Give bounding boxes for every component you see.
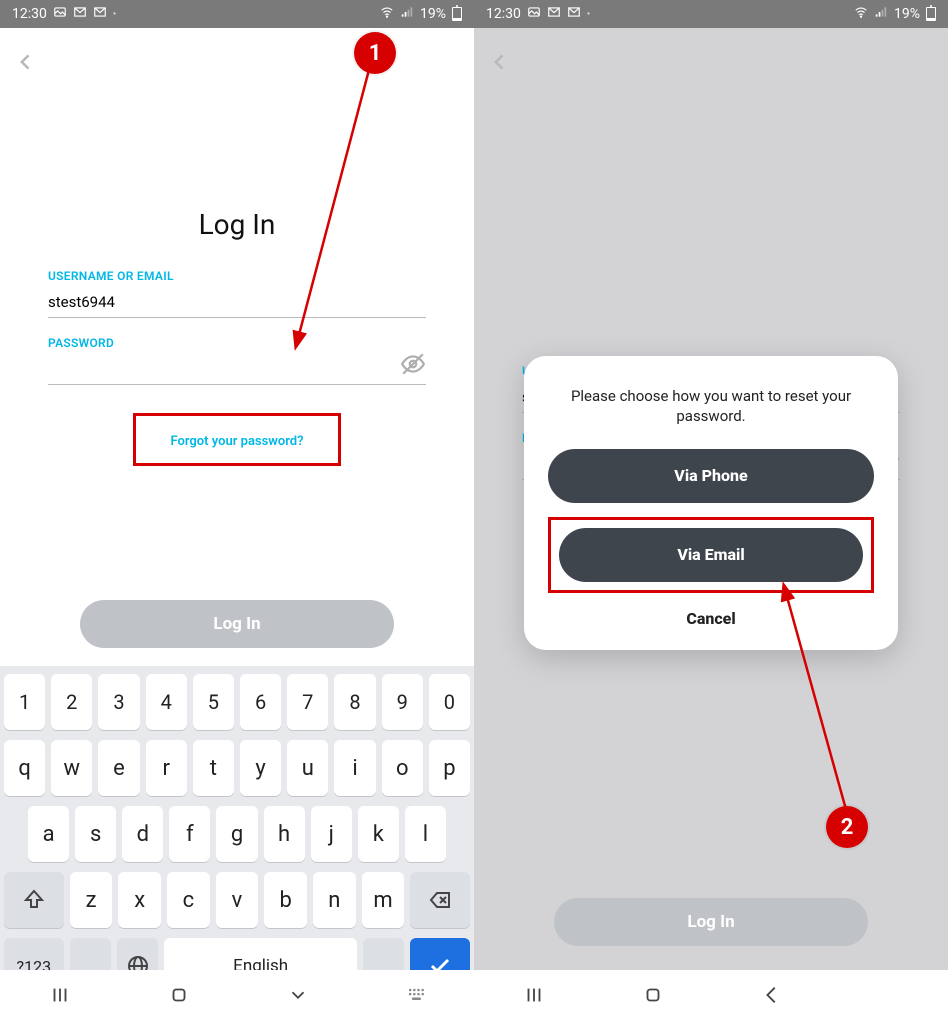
modal-prompt: Please choose how you want to reset your… [548, 386, 874, 427]
username-input[interactable] [48, 289, 426, 318]
via-email-button[interactable]: Via Email [559, 528, 863, 582]
page-title: Log In [48, 208, 426, 241]
key-d[interactable]: d [122, 806, 163, 862]
key-u[interactable]: u [287, 740, 328, 796]
annotation-highlight-box: Forgot your password? [133, 413, 340, 466]
nav-back[interactable] [287, 984, 309, 1010]
key-h[interactable]: h [264, 806, 305, 862]
key-n[interactable]: n [313, 872, 356, 928]
key-o[interactable]: o [382, 740, 423, 796]
via-phone-button[interactable]: Via Phone [548, 449, 874, 503]
key-m[interactable]: m [362, 872, 405, 928]
image-icon [527, 5, 541, 23]
key-k[interactable]: k [358, 806, 399, 862]
key-z[interactable]: z [70, 872, 113, 928]
back-button[interactable] [490, 52, 510, 76]
back-button[interactable] [16, 52, 36, 76]
key-p[interactable]: p [429, 740, 470, 796]
reset-method-modal: Please choose how you want to reset your… [524, 356, 898, 650]
battery-icon [926, 7, 936, 21]
wifi-icon [380, 5, 394, 23]
cancel-button[interactable]: Cancel [548, 603, 874, 628]
key-shift[interactable] [4, 872, 64, 928]
key-j[interactable]: j [311, 806, 352, 862]
status-bar: 12:30 • 19% [474, 0, 948, 28]
login-button[interactable]: Log In [554, 898, 868, 946]
key-c[interactable]: c [167, 872, 210, 928]
nav-home[interactable] [642, 984, 664, 1010]
key-q[interactable]: q [4, 740, 45, 796]
nav-recents[interactable] [523, 984, 545, 1010]
username-label: USERNAME OR EMAIL [48, 269, 426, 283]
mail-icon [547, 5, 561, 23]
key-r[interactable]: r [146, 740, 187, 796]
annotation-badge-1: 1 [354, 32, 396, 74]
system-nav-bar [474, 970, 948, 1024]
password-label: PASSWORD [48, 336, 426, 350]
key-g[interactable]: g [216, 806, 257, 862]
wifi-icon [854, 5, 868, 23]
screenshot-1: 12:30 • 19% 1 [0, 0, 474, 1024]
key-e[interactable]: e [98, 740, 139, 796]
battery-icon [452, 7, 462, 21]
annotation-badge-2: 2 [826, 806, 868, 848]
mail-icon [93, 5, 107, 23]
image-icon [53, 5, 67, 23]
key-a[interactable]: a [28, 806, 69, 862]
nav-keyboard-icon[interactable] [406, 985, 426, 1009]
status-bar: 12:30 • 19% [0, 0, 474, 28]
key-9[interactable]: 9 [382, 674, 423, 730]
key-t[interactable]: t [193, 740, 234, 796]
status-time: 12:30 [12, 6, 47, 22]
key-2[interactable]: 2 [51, 674, 92, 730]
key-6[interactable]: 6 [240, 674, 281, 730]
key-l[interactable]: l [405, 806, 446, 862]
key-v[interactable]: v [216, 872, 259, 928]
nav-back[interactable] [761, 984, 783, 1010]
key-f[interactable]: f [169, 806, 210, 862]
key-y[interactable]: y [240, 740, 281, 796]
login-button[interactable]: Log In [80, 600, 394, 648]
status-time: 12:30 [486, 6, 521, 22]
mail-icon [73, 5, 87, 23]
mail-icon [567, 5, 581, 23]
battery-percent: 19% [420, 6, 446, 22]
key-b[interactable]: b [264, 872, 307, 928]
nav-recents[interactable] [49, 984, 71, 1010]
annotation-highlight-box: Via Email [548, 517, 874, 593]
key-w[interactable]: w [51, 740, 92, 796]
screenshot-2: 12:30 • 19% [474, 0, 948, 1024]
forgot-password-link[interactable]: Forgot your password? [170, 434, 303, 449]
battery-percent: 19% [894, 6, 920, 22]
key-s[interactable]: s [75, 806, 116, 862]
soft-keyboard: 1 2 3 4 5 6 7 8 9 0 q w e r t y u i o p … [0, 666, 474, 970]
login-screen: 1 Log In USERNAME OR EMAIL PASSWORD Forg… [0, 28, 474, 666]
key-x[interactable]: x [118, 872, 161, 928]
key-5[interactable]: 5 [193, 674, 234, 730]
key-3[interactable]: 3 [98, 674, 139, 730]
key-8[interactable]: 8 [334, 674, 375, 730]
nav-home[interactable] [168, 984, 190, 1010]
more-notifications-icon: • [113, 9, 116, 20]
key-4[interactable]: 4 [146, 674, 187, 730]
eye-off-icon[interactable] [400, 351, 426, 381]
system-nav-bar [0, 970, 474, 1024]
more-notifications-icon: • [587, 9, 590, 20]
reset-password-screen: USE PAS Please choose how you want to re… [474, 28, 948, 970]
signal-icon [874, 5, 888, 23]
key-0[interactable]: 0 [429, 674, 470, 730]
password-input[interactable] [48, 356, 426, 385]
key-i[interactable]: i [334, 740, 375, 796]
key-1[interactable]: 1 [4, 674, 45, 730]
key-7[interactable]: 7 [287, 674, 328, 730]
key-backspace[interactable] [410, 872, 470, 928]
signal-icon [400, 5, 414, 23]
